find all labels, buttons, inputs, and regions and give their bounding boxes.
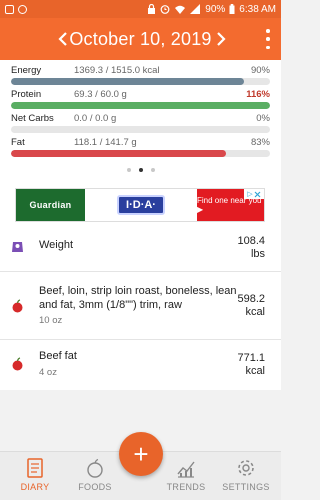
list-item-food[interactable]: Beef fat 4 oz 771.1 kcal — [0, 340, 281, 390]
date-header: October 10, 2019 — [0, 18, 281, 60]
nutrient-bar — [11, 126, 270, 133]
list-item-food[interactable]: Beef, loin, strip loin roast, boneless, … — [0, 272, 281, 339]
nutrient-name: Protein — [11, 88, 42, 100]
nutrient-name: Fat — [11, 136, 25, 148]
clock-time: 6:38 AM — [239, 3, 276, 15]
signal-icon — [190, 4, 201, 14]
ad-brand-ida-panel: I·D·A· — [85, 189, 197, 221]
entry-serving: 10 oz — [39, 315, 63, 326]
nutrient-amount: 1369.3 / 1515.0 kcal — [74, 64, 160, 76]
dot — [266, 29, 270, 33]
entry-value: 598.2 kcal — [237, 293, 265, 319]
entry-title: Beef, loin, strip loin roast, boneless, … — [39, 285, 237, 311]
gear-icon — [238, 460, 254, 476]
entry-value: 771.1 kcal — [237, 352, 265, 378]
entry-value-unit: lbs — [250, 248, 265, 260]
apple-icon — [12, 299, 23, 313]
chevron-left-icon — [58, 32, 67, 46]
entry-value-unit: kcal — [245, 306, 265, 318]
previous-day-button[interactable] — [52, 26, 74, 52]
nutrient-percent: 83% — [250, 136, 270, 148]
nutrient-amount: 0.0 / 0.0 g — [74, 112, 117, 124]
nutrient-name: Energy — [11, 64, 42, 76]
entry-title: Weight — [39, 239, 74, 251]
ad-brand-ida: I·D·A· — [117, 195, 165, 215]
nutrient-bar-fill — [11, 102, 270, 109]
apple-outline-icon — [87, 458, 103, 478]
apple-icon — [12, 357, 23, 371]
wifi-icon — [175, 5, 186, 14]
date-title[interactable]: October 10, 2019 — [69, 29, 211, 50]
nutrient-percent: 0% — [256, 112, 270, 124]
tab-label: FOODS — [78, 482, 112, 492]
dot — [266, 37, 270, 41]
tab-label: DIARY — [20, 482, 50, 492]
page-dot-active — [138, 168, 143, 172]
nutrient-amount: 69.3 / 60.0 g — [74, 88, 127, 100]
entry-value: 108.4 lbs — [237, 235, 265, 261]
page-dot — [126, 168, 131, 172]
entry-value-number: 598.2 — [237, 293, 265, 305]
tab-settings[interactable]: SETTINGS — [211, 458, 281, 492]
trends-chart-icon — [177, 461, 195, 478]
nutrient-energy: Energy 1369.3 / 1515.0 kcal 90% — [11, 64, 270, 85]
chevron-right-icon — [217, 32, 226, 46]
nutrient-protein: Protein 69.3 / 60.0 g 116% — [11, 88, 270, 109]
more-options-button[interactable] — [265, 29, 271, 49]
status-bar: 90% 6:38 AM — [0, 0, 281, 18]
dot — [266, 45, 270, 49]
tab-foods[interactable]: FOODS — [60, 458, 130, 492]
nutrient-percent: 116% — [246, 88, 270, 100]
ad-brand-guardian: Guardian — [16, 189, 85, 221]
notification-icon — [5, 4, 14, 14]
battery-percent: 90% — [205, 3, 226, 15]
entry-value-number: 771.1 — [237, 352, 265, 364]
ad-container: Guardian I·D·A· Find one near you ▶ ▷ — [0, 184, 281, 226]
page-dot — [150, 168, 155, 172]
nutrient-bar — [11, 102, 270, 109]
lock-icon — [148, 4, 156, 14]
entry-value-unit: kcal — [245, 365, 265, 377]
scale-icon — [12, 242, 23, 252]
nutrient-net-carbs: Net Carbs 0.0 / 0.0 g 0% — [11, 112, 270, 133]
nutrient-name: Net Carbs — [11, 112, 54, 124]
nutrient-bar — [11, 78, 270, 85]
tab-label: TRENDS — [166, 482, 206, 492]
nutrient-bar-fill — [11, 150, 226, 157]
nutrient-bar-fill — [11, 78, 245, 85]
close-icon — [254, 191, 261, 197]
add-entry-button[interactable]: + — [119, 432, 163, 476]
nutrient-percent: 90% — [250, 64, 270, 76]
alarm-icon — [160, 5, 170, 14]
nutrient-bar — [11, 150, 270, 157]
entry-title: Beef fat — [39, 350, 77, 362]
nutrient-fat: Fat 118.1 / 141.7 g 83% — [11, 136, 270, 157]
page-indicator[interactable] — [0, 168, 281, 172]
adchoices-icon: ▷ — [247, 191, 253, 198]
entry-value-number: 108.4 — [237, 235, 265, 247]
messenger-icon — [18, 4, 27, 14]
nutrient-amount: 118.1 / 141.7 g — [74, 136, 137, 148]
list-item-weight[interactable]: Weight 108.4 lbs — [0, 226, 281, 271]
nutrient-summary[interactable]: Energy 1369.3 / 1515.0 kcal 90% Protein … — [0, 60, 281, 184]
diary-icon — [27, 458, 43, 478]
next-day-button[interactable] — [210, 26, 232, 52]
ad-banner[interactable]: Guardian I·D·A· Find one near you ▶ ▷ — [15, 188, 265, 222]
tab-label: SETTINGS — [222, 482, 270, 492]
entry-serving: 4 oz — [39, 367, 57, 378]
battery-icon — [229, 4, 235, 14]
ad-choices-button[interactable]: ▷ — [244, 189, 264, 199]
